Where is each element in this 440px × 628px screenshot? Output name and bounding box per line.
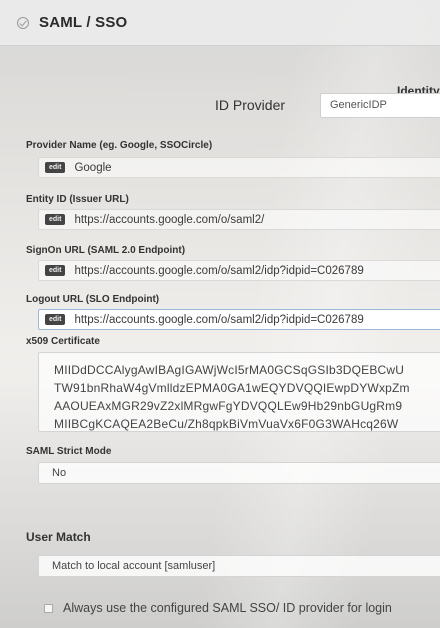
provider-name-field[interactable]: edit Google xyxy=(38,157,440,178)
strict-mode-label: SAML Strict Mode xyxy=(26,446,112,457)
always-use-row[interactable]: Always use the configured SAML SSO/ ID p… xyxy=(44,601,392,615)
edit-icon[interactable]: edit xyxy=(45,265,66,276)
signon-url-value: https://accounts.google.com/o/saml2/idp?… xyxy=(74,264,364,277)
certificate-label: x509 Certificate xyxy=(26,336,100,347)
check-circle-icon xyxy=(17,16,29,29)
user-match-label: User Match xyxy=(26,530,91,544)
entity-id-label: Entity ID (Issuer URL) xyxy=(26,194,129,205)
user-match-select[interactable]: Match to local account [samluser] xyxy=(38,555,440,577)
logout-url-label: Logout URL (SLO Endpoint) xyxy=(26,294,160,305)
signon-url-label: SignOn URL (SAML 2.0 Endpoint) xyxy=(26,245,186,256)
strict-mode-select[interactable]: No xyxy=(38,462,440,484)
entity-id-field[interactable]: edit https://accounts.google.com/o/saml2… xyxy=(38,209,440,230)
certificate-textarea[interactable]: MIIDdDCCAlygAwIBAgIGAWjWcI5rMA0GCSqGSIb3… xyxy=(38,352,440,432)
certificate-line: AAOUEAxMGR29vZ2xlMRgwFgYDVQQLEw9Hb29nbGU… xyxy=(54,399,403,413)
edit-icon[interactable]: edit xyxy=(45,214,66,225)
certificate-line: TW91bnRhaW4gVmlldzEPMA0GA1wEQYDVQQIEwpDY… xyxy=(54,381,410,395)
logout-url-field[interactable]: edit https://accounts.google.com/o/saml2… xyxy=(38,309,440,330)
entity-id-value: https://accounts.google.com/o/saml2/ xyxy=(74,213,265,226)
always-use-label: Always use the configured SAML SSO/ ID p… xyxy=(63,601,392,615)
id-provider-select[interactable]: GenericIDP xyxy=(320,93,440,118)
certificate-line: MIIDdDCCAlygAwIBAgIGAWjWcI5rMA0GCSqGSIb3… xyxy=(54,363,405,377)
signon-url-field[interactable]: edit https://accounts.google.com/o/saml2… xyxy=(38,260,440,281)
section-title: SAML / SSO xyxy=(39,14,128,31)
certificate-line: MIIBCgKCAQEA2BeCu/Zh8qpkBiVmVuaVx6F0G3WA… xyxy=(54,417,399,431)
always-use-checkbox[interactable] xyxy=(44,603,53,613)
logout-url-value: https://accounts.google.com/o/saml2/idp?… xyxy=(74,313,364,326)
edit-icon[interactable]: edit xyxy=(45,162,66,173)
provider-name-value: Google xyxy=(74,161,112,174)
section-header: SAML / SSO xyxy=(0,0,440,46)
edit-icon[interactable]: edit xyxy=(45,314,66,325)
id-provider-label: ID Provider xyxy=(215,97,286,113)
provider-name-label: Provider Name (eg. Google, SSOCircle) xyxy=(26,140,213,151)
